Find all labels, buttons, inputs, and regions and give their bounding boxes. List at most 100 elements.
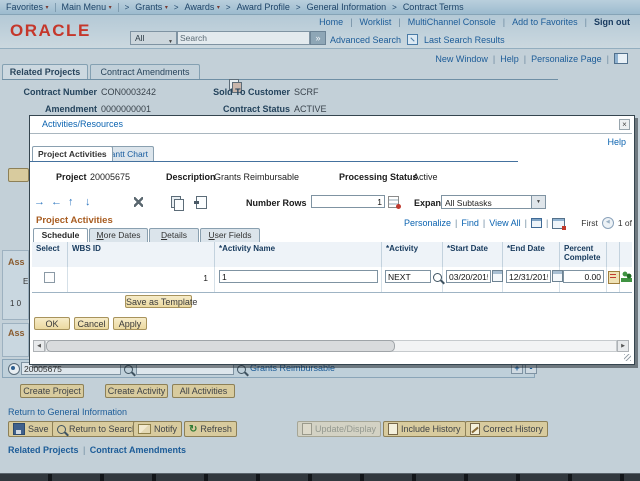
chevron-down-icon: ▼ (168, 36, 173, 48)
scrollbar-thumb[interactable] (46, 340, 395, 352)
divider: | (493, 54, 495, 64)
create-activity-button[interactable]: Create Activity (105, 384, 168, 398)
last-search-results-link[interactable]: Last Search Results (424, 35, 505, 45)
row-select-checkbox[interactable] (44, 272, 55, 283)
close-icon[interactable]: × (619, 119, 630, 130)
help-link[interactable]: Help (500, 54, 519, 64)
copy-icon[interactable] (171, 196, 181, 208)
project-lookup-icon[interactable] (124, 365, 133, 374)
project-radio[interactable] (8, 363, 20, 375)
popout-window-icon[interactable] (531, 218, 542, 228)
divider: | (483, 218, 485, 228)
start-date-input[interactable] (446, 270, 491, 283)
breadcrumb-separator: > (174, 3, 179, 12)
divider: | (398, 17, 400, 27)
view-all-link[interactable]: View All (489, 218, 520, 228)
home-link[interactable]: Home (319, 17, 343, 27)
all-activities-button[interactable]: All Activities (172, 384, 235, 398)
divider: | (83, 445, 85, 455)
breadcrumb-contract-terms[interactable]: Contract Terms (403, 2, 464, 12)
ok-button[interactable]: OK (34, 317, 70, 330)
breadcrumb-awards[interactable]: Awards ▾ (185, 2, 220, 12)
paste-insert-icon[interactable] (196, 196, 207, 209)
number-rows-input[interactable] (311, 195, 385, 208)
new-window-link[interactable]: New Window (435, 54, 488, 64)
download-grid-icon[interactable] (552, 218, 565, 229)
breadcrumb-favorites[interactable]: Favorites ▾ (6, 2, 49, 12)
breadcrumb-main-menu[interactable]: Main Menu ▾ (62, 2, 112, 12)
percent-complete-input[interactable] (563, 270, 604, 283)
insert-rows-icon[interactable] (388, 196, 399, 208)
activity-notes-icon[interactable] (608, 271, 620, 284)
resources-icon[interactable] (621, 271, 632, 282)
tab-project-activities[interactable]: Project Activities (32, 146, 113, 161)
tab-related-projects[interactable]: Related Projects (2, 64, 88, 79)
divider: | (455, 218, 457, 228)
worklist-link[interactable]: Worklist (360, 17, 392, 27)
scroll-right-icon[interactable]: ▶ (617, 340, 629, 352)
pager-prev-icon[interactable]: ◀ (602, 217, 614, 229)
create-project-button[interactable]: Create Project (20, 384, 84, 398)
scroll-left-icon[interactable]: ◀ (33, 340, 45, 352)
cancel-button[interactable]: Cancel (74, 317, 109, 330)
return-to-search-button[interactable]: Return to Search (52, 421, 142, 437)
search-input[interactable] (177, 31, 310, 45)
indent-right-icon[interactable]: → (34, 197, 45, 207)
search-go-button[interactable]: » (310, 31, 326, 45)
breadcrumb-grants[interactable]: Grants ▾ (135, 2, 168, 12)
indent-left-icon[interactable]: ← (51, 197, 62, 207)
divider: | (350, 17, 352, 27)
divider: | (546, 218, 548, 228)
end-date-calendar-icon[interactable] (552, 270, 563, 282)
activities-resources-dialog: Activities/Resources × Help Project Acti… (29, 115, 635, 365)
personalize-link[interactable]: Personalize (404, 218, 451, 228)
activity-lookup-icon[interactable] (237, 365, 246, 374)
project-label: Project (56, 172, 87, 182)
save-button[interactable]: Save (8, 421, 54, 437)
cut-icon[interactable] (134, 197, 143, 207)
expand-select[interactable]: All Subtasks ▼ (441, 195, 546, 209)
breadcrumb-general-information[interactable]: General Information (307, 2, 387, 12)
search-scope-select[interactable]: All▼ (130, 31, 177, 45)
refresh-button[interactable]: ↻Refresh (184, 421, 237, 437)
dialog-help-link[interactable]: Help (607, 137, 626, 147)
notify-button[interactable]: Notify (133, 421, 182, 437)
save-as-template-button[interactable]: Save as Template (125, 295, 192, 308)
move-down-icon[interactable]: ↓ (85, 197, 91, 207)
activity-name-input[interactable] (219, 270, 378, 283)
breadcrumb-award-profile[interactable]: Award Profile (237, 2, 290, 12)
activity-lookup-icon[interactable] (433, 273, 442, 282)
chevron-down-icon: ▾ (109, 5, 112, 11)
personalize-page-link[interactable]: Personalize Page (531, 54, 602, 64)
add-to-favorites-link[interactable]: Add to Favorites (512, 17, 578, 27)
subtab-more-dates[interactable]: More Dates (89, 228, 148, 242)
footer-contract-amendments-link[interactable]: Contract Amendments (90, 445, 186, 455)
subtab-details[interactable]: Details (149, 228, 199, 242)
layout-grid-icon[interactable] (614, 53, 628, 64)
correct-history-button[interactable]: Correct History (465, 421, 548, 437)
sign-out-link[interactable]: Sign out (594, 17, 630, 27)
col-header-percent-complete: Percent Complete (560, 242, 607, 267)
contract-number-value: CON0003242 (101, 87, 156, 97)
apply-button[interactable]: Apply (113, 317, 147, 330)
start-date-calendar-icon[interactable] (492, 270, 503, 282)
description-label: Description (166, 172, 216, 182)
hidden-button-fragment[interactable] (8, 168, 29, 182)
resize-grip[interactable] (624, 354, 631, 361)
include-history-button[interactable]: Include History (383, 421, 466, 437)
multichannel-console-link[interactable]: MultiChannel Console (408, 17, 496, 27)
advanced-search-link[interactable]: Advanced Search (330, 35, 401, 45)
disk-icon (13, 423, 25, 435)
subtab-schedule[interactable]: Schedule (33, 228, 88, 242)
footer-related-projects-link[interactable]: Related Projects (8, 445, 79, 455)
breadcrumb-separator: > (226, 3, 231, 12)
end-date-input[interactable] (506, 270, 551, 283)
move-up-icon[interactable]: ↑ (68, 197, 74, 207)
find-link[interactable]: Find (461, 218, 479, 228)
return-to-general-information-link[interactable]: Return to General Information (8, 407, 127, 417)
activity-input[interactable] (385, 270, 431, 283)
dialog-tab-underline (30, 161, 518, 162)
subtab-user-fields[interactable]: User Fields (200, 228, 260, 242)
tab-contract-amendments[interactable]: Contract Amendments (90, 64, 200, 79)
contract-status-value: ACTIVE (294, 104, 327, 114)
